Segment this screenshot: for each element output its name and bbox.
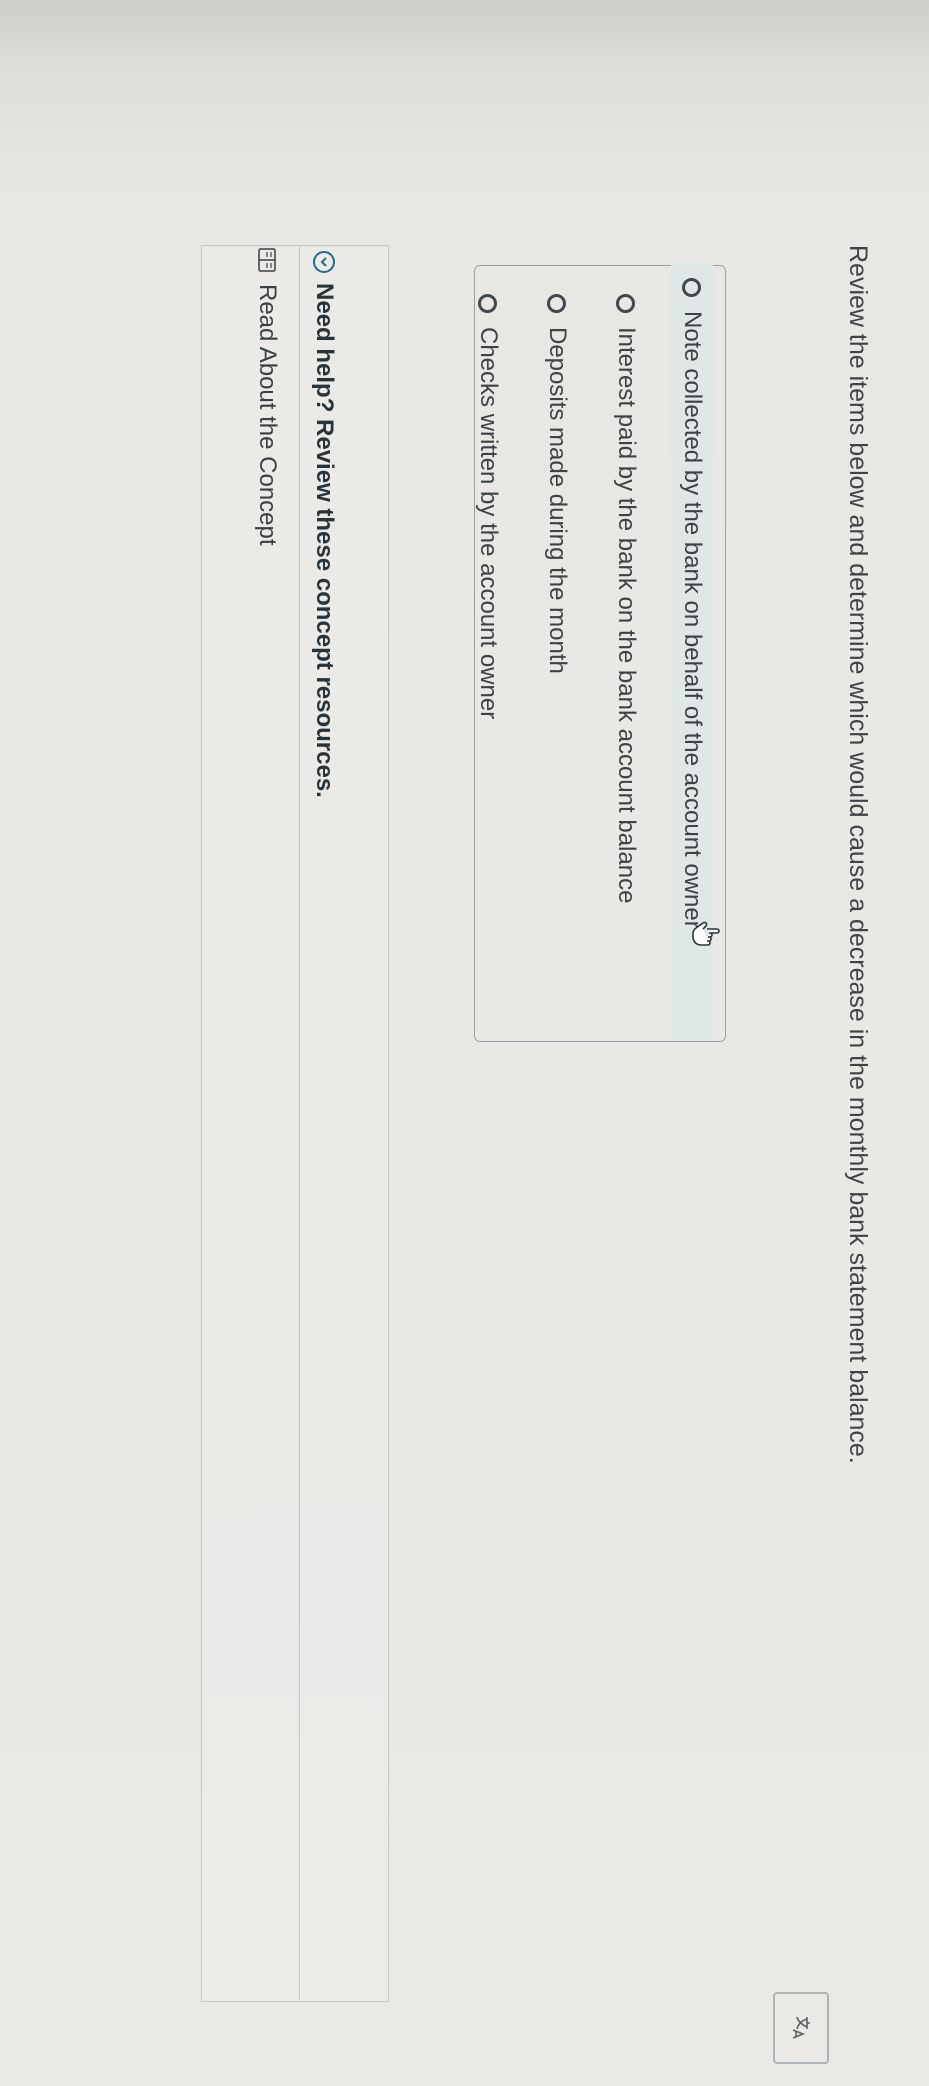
answer-option[interactable]: Checks written by the account owner <box>468 278 508 719</box>
translate-button[interactable] <box>773 1992 829 2064</box>
book-icon <box>258 248 276 272</box>
resource-link-label[interactable]: Read About the Concept <box>253 284 281 546</box>
question-prompt: Review the items below and determine whi… <box>844 245 872 1464</box>
answer-option[interactable]: Interest paid by the bank on the bank ac… <box>606 278 646 903</box>
radio-button[interactable] <box>616 294 636 313</box>
radio-button[interactable] <box>478 294 498 313</box>
radio-button[interactable] <box>547 294 567 313</box>
answer-option-label: Note collected by the bank on behalf of … <box>679 311 706 929</box>
translate-icon <box>792 2016 810 2039</box>
chevron-down-icon[interactable] <box>313 251 335 273</box>
concept-resources-toggle[interactable]: Need help? Review these concept resource… <box>299 245 348 2000</box>
page-background: Review the items below and determine whi… <box>0 0 929 2086</box>
radio-button[interactable] <box>682 278 702 297</box>
answer-option[interactable]: Deposits made during the month <box>537 278 577 674</box>
answer-option-label: Interest paid by the bank on the bank ac… <box>613 327 640 904</box>
hand-cursor-icon <box>692 921 720 946</box>
answer-option-label: Checks written by the account owner <box>475 327 502 720</box>
question-panel: Review the items below and determine whi… <box>0 0 929 2086</box>
answer-option-label: Deposits made during the month <box>544 327 571 674</box>
help-toggle-label[interactable]: Need help? Review these concept resource… <box>310 283 338 798</box>
concept-resources-panel <box>201 245 389 2002</box>
read-about-concept-link[interactable]: Read About the Concept <box>253 248 281 546</box>
